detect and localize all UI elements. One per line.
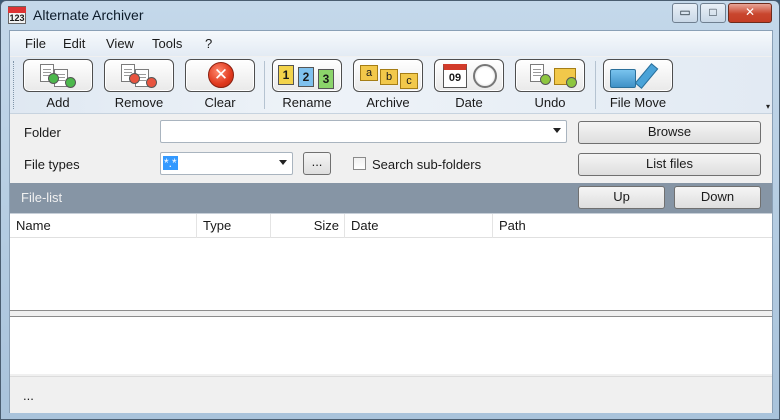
undo-label: Undo (534, 95, 566, 110)
maximize-icon: □ (709, 5, 717, 19)
column-header-type[interactable]: Type (197, 214, 271, 238)
toolbar-separator-2 (595, 61, 596, 109)
clock-icon (473, 64, 497, 88)
undo-frame (515, 59, 585, 92)
toolbar-separator (264, 61, 265, 109)
file-list-header-bar: File-list Up Down (10, 183, 772, 213)
minimize-icon: ▭ (679, 5, 691, 19)
archive-letter-a: a (360, 65, 378, 81)
column-header-date[interactable]: Date (345, 214, 493, 238)
options-panel: Folder Browse File types *.* ... Search … (10, 115, 772, 183)
menu-help[interactable]: ? (205, 36, 212, 51)
remove-frame (104, 59, 174, 92)
status-bar: ... (10, 376, 772, 413)
add-label: Add (46, 95, 70, 110)
minimize-button[interactable]: ▭ (672, 3, 698, 23)
remove-button[interactable]: Remove (103, 59, 175, 113)
date-label: Date (455, 95, 483, 110)
client-area: File Edit View Tools ? Add Remove ✕ Clea… (9, 30, 773, 413)
archive-letter-c: c (400, 73, 418, 89)
list-files-button[interactable]: List files (578, 153, 761, 176)
title-bar[interactable]: 123 Alternate Archiver ▭ □ ✕ (1, 1, 779, 29)
rename-frame: 1 2 3 (272, 59, 342, 92)
menu-view[interactable]: View (106, 36, 134, 51)
close-icon: ✕ (744, 5, 756, 19)
column-header-path[interactable]: Path (493, 214, 772, 238)
search-subfolders-checkbox[interactable] (353, 157, 366, 170)
calendar-day: 09 (443, 64, 467, 88)
maximize-button[interactable]: □ (700, 3, 726, 23)
clear-icon: ✕ (208, 62, 234, 88)
toolbar-overflow-icon[interactable]: ▾ (766, 102, 770, 111)
chevron-down-icon[interactable] (279, 160, 287, 165)
window-title: Alternate Archiver (33, 7, 144, 23)
menu-edit[interactable]: Edit (63, 36, 85, 51)
menu-bar: File Edit View Tools ? (10, 31, 772, 56)
toolbar: Add Remove ✕ Clear 1 2 3 Rename a b c Ar… (10, 57, 772, 114)
rename-digit-2: 2 (298, 67, 314, 87)
file-list-table[interactable]: Name Type Size Date Path (10, 213, 772, 311)
archive-frame: a b c (353, 59, 423, 92)
date-button[interactable]: 09 Date (433, 59, 505, 113)
rename-button[interactable]: 1 2 3 Rename (271, 59, 343, 113)
clear-label: Clear (204, 95, 236, 110)
browse-button[interactable]: Browse (578, 121, 761, 144)
search-subfolders-label[interactable]: Search sub-folders (372, 157, 481, 172)
folder-label: Folder (24, 125, 61, 140)
undo-button[interactable]: Undo (514, 59, 586, 113)
file-move-frame (603, 59, 673, 92)
column-header-name[interactable]: Name (10, 214, 197, 238)
status-text: ... (23, 388, 34, 403)
file-move-button[interactable]: File Move (601, 59, 675, 113)
table-header: Name Type Size Date Path (10, 214, 772, 238)
log-pane[interactable] (10, 316, 772, 374)
date-frame: 09 (434, 59, 504, 92)
down-button[interactable]: Down (674, 186, 761, 209)
archive-label: Archive (366, 95, 410, 110)
file-list-title: File-list (21, 190, 63, 205)
file-types-ellipsis-button[interactable]: ... (303, 152, 331, 175)
clear-frame: ✕ (185, 59, 255, 92)
up-button[interactable]: Up (578, 186, 665, 209)
remove-label: Remove (114, 95, 164, 110)
app-window: 123 Alternate Archiver ▭ □ ✕ File Edit V… (0, 0, 780, 420)
clear-button[interactable]: ✕ Clear (184, 59, 256, 113)
archive-button[interactable]: a b c Archive (352, 59, 424, 113)
menu-file[interactable]: File (25, 36, 46, 51)
file-move-label: File Move (609, 95, 667, 110)
file-types-label: File types (24, 157, 80, 172)
archive-letter-b: b (380, 69, 398, 85)
add-frame (23, 59, 93, 92)
chevron-down-icon[interactable] (553, 128, 561, 133)
menu-tools[interactable]: Tools (152, 36, 182, 51)
toolbar-grip[interactable] (13, 61, 16, 109)
rename-digit-3: 3 (318, 69, 334, 89)
folder-combobox[interactable] (160, 120, 567, 143)
close-button[interactable]: ✕ (728, 3, 772, 23)
add-button[interactable]: Add (22, 59, 94, 113)
column-header-size[interactable]: Size (271, 214, 345, 238)
rename-digit-1: 1 (278, 65, 294, 85)
file-types-combobox[interactable]: *.* (160, 152, 293, 175)
file-types-value: *.* (163, 156, 178, 170)
app-icon: 123 (8, 6, 26, 24)
rename-label: Rename (282, 95, 332, 110)
app-icon-text: 123 (9, 13, 25, 23)
